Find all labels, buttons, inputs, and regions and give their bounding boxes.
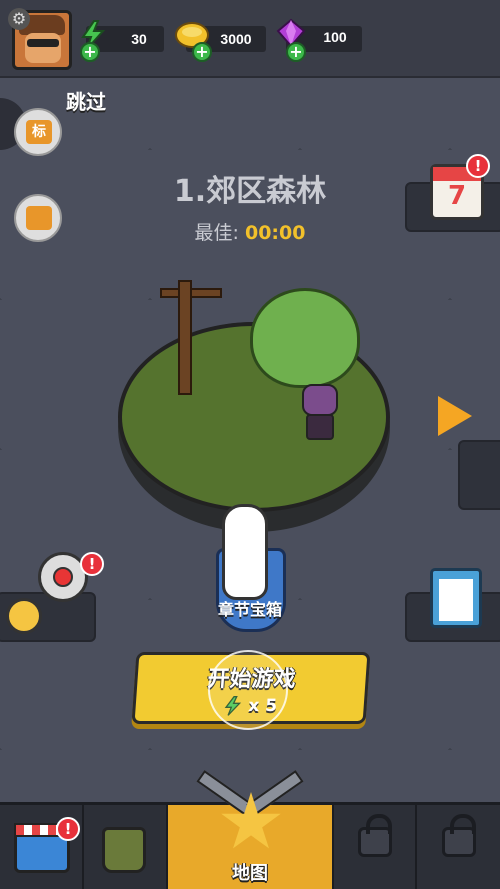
best-time-value: 00:00 [244,222,306,244]
top-resource-bar: ⚙ 30 + 3000 + 100 + [0,0,500,78]
avatar-glasses [27,39,59,47]
shop-alert-badge: ! [56,817,80,841]
power-pole [178,280,192,395]
nav-map-label: 地图 [232,863,268,884]
nav-locked-1[interactable] [334,805,417,889]
tree [250,288,360,388]
add-energy-button[interactable]: + [80,42,100,62]
settings-gear-icon[interactable]: ⚙ [8,8,30,30]
add-gems-button[interactable]: + [286,42,306,62]
best-label: 最佳: [194,222,239,244]
avatar-face [25,33,61,63]
nav-shop[interactable]: ! [0,805,84,889]
tutorial-highlight-ring [208,650,288,730]
clock-icon [6,598,42,634]
gem-value: 100 [323,29,347,45]
add-gold-button[interactable]: + [192,42,212,62]
energy-value: 30 [131,31,147,47]
zombie-head [302,384,338,416]
lock-icon [441,814,476,857]
calendar-alert-badge: ! [466,154,490,178]
calendar-day: 7 [447,181,467,211]
zombie-body [306,414,334,440]
armor-vest-icon [102,827,146,873]
task-clipboard-icon[interactable] [430,568,482,628]
robot-alert-badge: ! [80,552,104,576]
nav-locked-2[interactable] [417,805,500,889]
nav-equipment[interactable] [84,805,168,889]
gold-value: 3000 [220,31,252,47]
skip-button[interactable]: 跳过 [66,86,106,115]
zombie-character [298,384,342,444]
right-edge-panel[interactable] [458,440,500,510]
mark-button[interactable]: 标 [14,108,62,156]
tutorial-pointing-hand-icon [222,504,268,600]
mark-label: 标 [26,120,52,144]
lock-icon [357,814,392,857]
clipboard-paper [439,579,473,621]
robot-eye [53,567,73,587]
next-level-arrow-icon[interactable] [438,396,472,436]
